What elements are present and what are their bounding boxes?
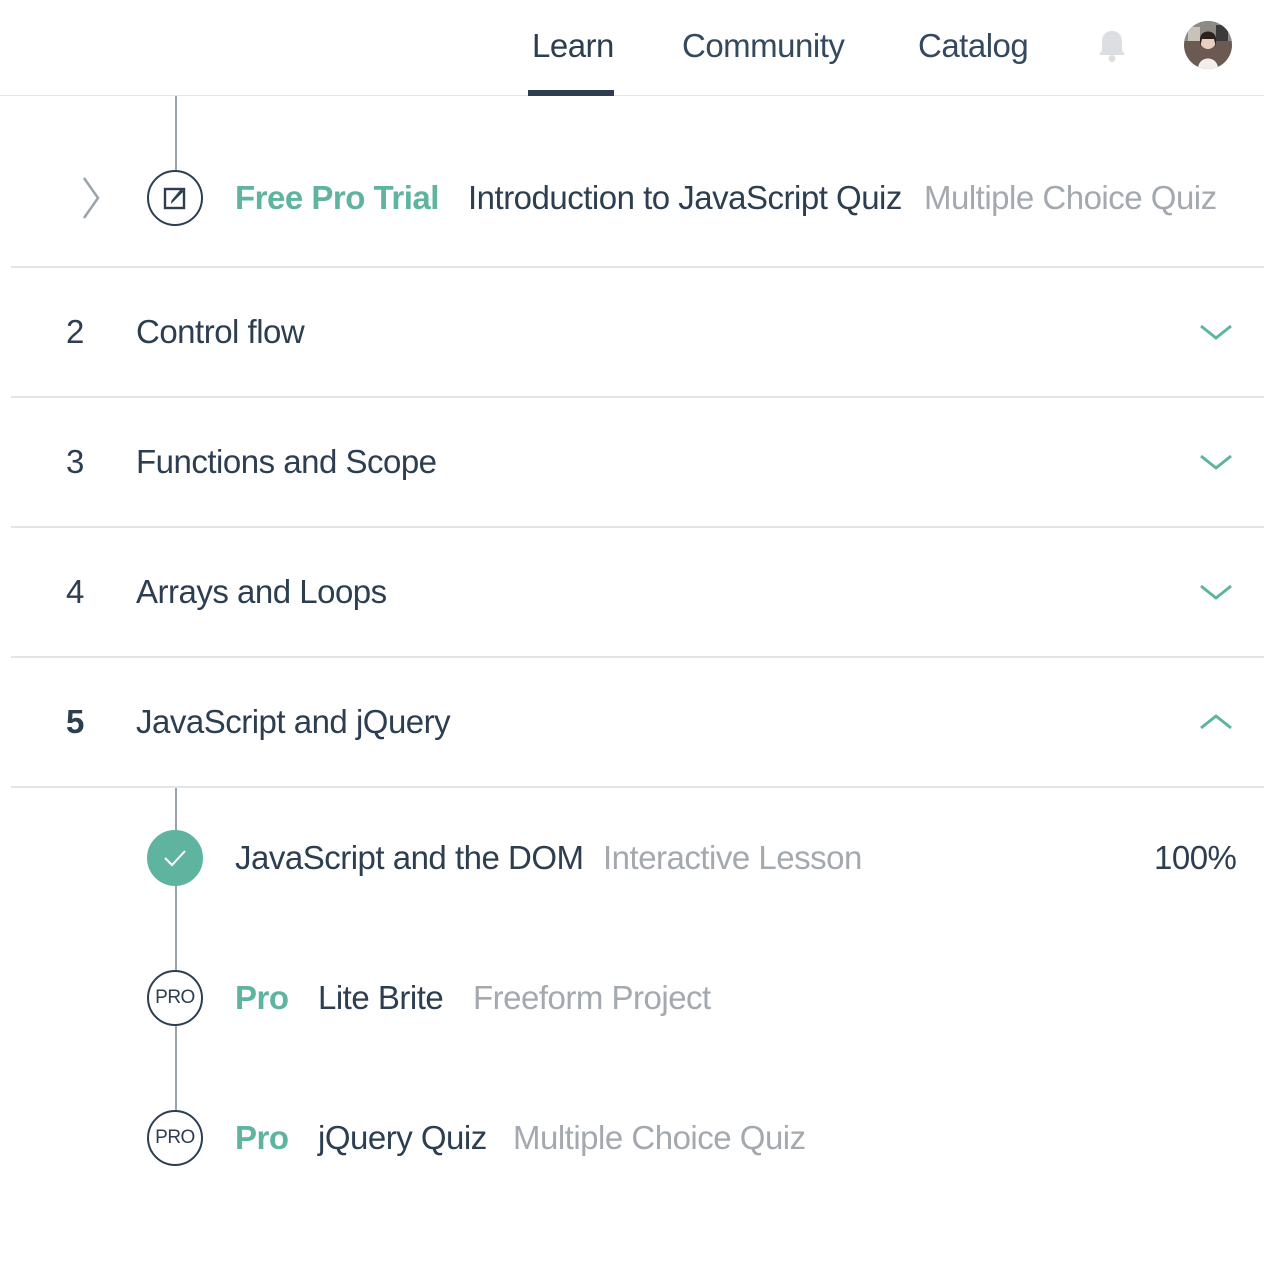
timeline-connector xyxy=(175,1026,177,1110)
step-type: Multiple Choice Quiz xyxy=(924,179,1217,216)
step-type: Interactive Lesson xyxy=(603,839,862,876)
stage-number: 4 xyxy=(66,573,84,610)
checkmark-icon xyxy=(164,850,186,867)
step-title[interactable]: JavaScript and the DOM xyxy=(235,836,584,880)
pro-label: PRO xyxy=(155,1127,195,1148)
bell-icon[interactable] xyxy=(1096,28,1128,64)
timeline-connector xyxy=(175,886,177,970)
nav-learn[interactable]: Learn xyxy=(532,24,614,68)
divider xyxy=(11,786,1264,788)
step-type: Multiple Choice Quiz xyxy=(513,1119,806,1156)
quiz-step-icon xyxy=(147,170,203,226)
step-type: Freeform Project xyxy=(473,979,711,1016)
stage-number: 5 xyxy=(66,703,84,740)
divider xyxy=(11,396,1264,398)
nav-active-indicator xyxy=(528,90,614,96)
stage-title[interactable]: Functions and Scope xyxy=(136,440,437,484)
chevron-down-icon[interactable] xyxy=(1198,582,1234,602)
stage-title[interactable]: Control flow xyxy=(136,310,305,354)
step-progress: 100% xyxy=(1154,839,1237,876)
avatar[interactable] xyxy=(1184,21,1232,69)
timeline-connector xyxy=(175,788,177,830)
step-title[interactable]: Introduction to JavaScript Quiz xyxy=(468,176,902,220)
free-pro-trial-badge: Free Pro Trial xyxy=(235,179,439,216)
pencil-square-icon xyxy=(163,187,186,210)
chevron-right-icon[interactable] xyxy=(80,176,102,220)
stage-number: 3 xyxy=(66,443,84,480)
step-title[interactable]: Lite Brite xyxy=(318,976,444,1020)
chevron-down-icon[interactable] xyxy=(1198,322,1234,342)
stage-title[interactable]: Arrays and Loops xyxy=(136,570,387,614)
pro-step-indicator: PRO xyxy=(147,970,203,1026)
stage-number: 2 xyxy=(66,313,84,350)
divider xyxy=(11,526,1264,528)
nav-community[interactable]: Community xyxy=(682,24,845,68)
chevron-up-icon[interactable] xyxy=(1198,712,1234,732)
nav-catalog[interactable]: Catalog xyxy=(918,24,1029,68)
pro-step-indicator: PRO xyxy=(147,1110,203,1166)
divider xyxy=(11,266,1264,268)
step-complete-indicator xyxy=(147,830,203,886)
top-navigation: Learn Community Catalog xyxy=(0,0,1264,96)
pro-label: PRO xyxy=(155,987,195,1008)
timeline-connector xyxy=(175,96,177,170)
pro-badge: Pro xyxy=(235,979,289,1016)
stage-title[interactable]: JavaScript and jQuery xyxy=(136,700,451,744)
chevron-down-icon[interactable] xyxy=(1198,452,1234,472)
step-title[interactable]: jQuery Quiz xyxy=(318,1116,487,1160)
pro-badge: Pro xyxy=(235,1119,289,1156)
divider xyxy=(11,656,1264,658)
